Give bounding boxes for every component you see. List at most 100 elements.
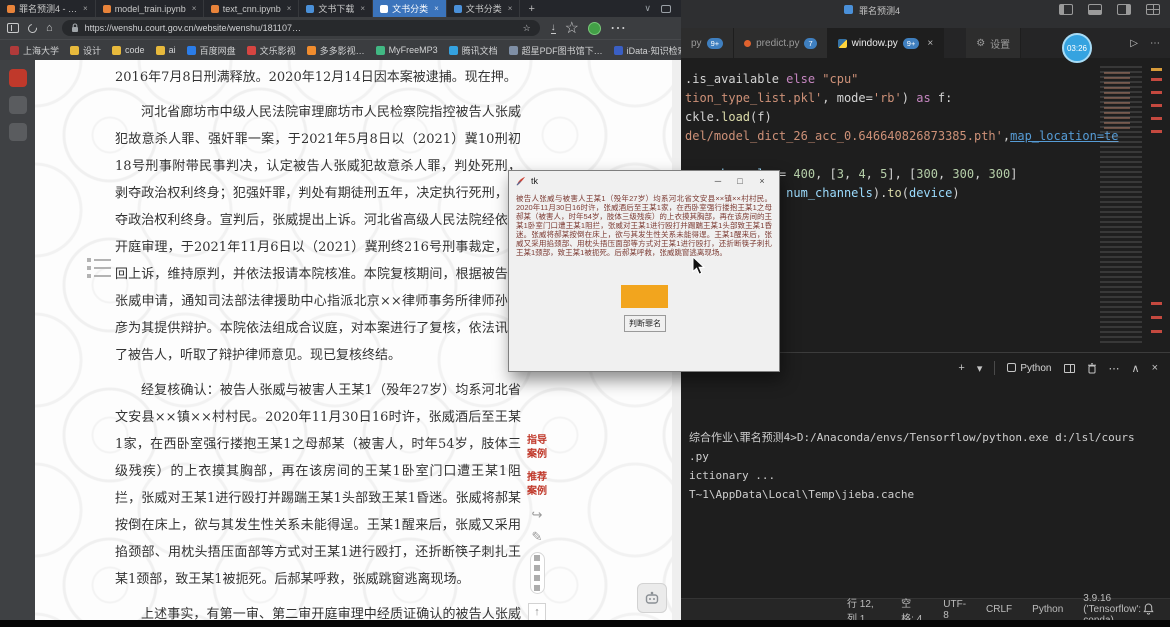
editor-tab-1[interactable]: py 9+ <box>681 28 734 58</box>
dialog-text[interactable]: 被告人张威与被害人王某1（殁年27岁）均系河北省文安县××镇××村村民。2020… <box>516 194 772 262</box>
dialog-maximize-button[interactable]: □ <box>729 176 751 186</box>
toc-icon[interactable] <box>87 258 111 282</box>
tab-close-icon[interactable]: × <box>508 4 513 13</box>
editor-more-icon[interactable]: ⋯ <box>1150 38 1160 49</box>
document-text: 2016年7月8日刑满释放。2020年12月14日因本案被逮捕。现在押。河北省廊… <box>115 64 521 620</box>
bookmark-item[interactable]: code <box>112 45 145 55</box>
editor-tab-window[interactable]: window.py 9+ × <box>828 28 945 58</box>
robot-icon <box>643 589 661 607</box>
browser-tab-favicon <box>103 5 111 13</box>
terminal[interactable]: 综合作业\罪名预测4>D:/Anaconda/envs/Tensorflow/p… <box>681 382 1170 598</box>
qr-code-pill[interactable] <box>530 552 545 594</box>
bookmark-item[interactable]: MyFreeMP3 <box>376 45 438 55</box>
kill-terminal-icon[interactable] <box>1087 363 1097 374</box>
vertical-tabs-icon[interactable] <box>7 23 19 33</box>
terminal-dropdown-icon[interactable]: ▾ <box>977 362 983 375</box>
browser-tab[interactable]: text_cnn.ipynb× <box>204 0 300 17</box>
editor-actions: ▷ ⋯ <box>1130 28 1160 58</box>
bottom-black-bar <box>0 620 1170 627</box>
terminal-shell-item[interactable]: Python <box>1007 363 1051 374</box>
guide-cases-link[interactable]: 指导案例 <box>525 434 549 462</box>
bookmark-item[interactable]: 多多影视… <box>307 44 365 57</box>
panel-maximize-icon[interactable]: ∧ <box>1132 362 1140 375</box>
browser-tab[interactable]: model_train.ipynb× <box>96 0 204 17</box>
dialog-close-button[interactable]: × <box>751 176 773 186</box>
assistant-badge[interactable] <box>637 583 667 613</box>
editor-tab-label: 设置 <box>990 36 1010 51</box>
bookmark-item[interactable]: 超星PDF图书馆下… <box>509 44 603 57</box>
python-file-icon <box>838 39 847 48</box>
browser-tab[interactable]: 文书分类× <box>373 0 447 17</box>
panel-actions: + ▾ Python ⋯ ∧ × <box>958 353 1158 383</box>
judge-crime-button[interactable]: 判断罪名 <box>624 315 666 332</box>
browser-toolbar: ⌂ https://wenshu.court.gov.cn/website/we… <box>0 17 681 39</box>
problems-badge: 9+ <box>707 38 724 49</box>
scrollbar-annotation <box>1151 130 1162 133</box>
status-bar: 行 12, 列 1 空格: 4 UTF-8 CRLF Python 3.9.16… <box>681 598 1170 620</box>
bookmark-favicon <box>614 46 623 55</box>
back-to-top-button[interactable]: ↑ <box>528 603 546 620</box>
editor-tab-predict[interactable]: predict.py 7 <box>734 28 828 58</box>
tab-close-icon[interactable]: × <box>287 4 292 13</box>
customize-layout-icon[interactable] <box>1146 4 1160 15</box>
browser-tab-label: 罪名预测4 - … <box>19 2 77 15</box>
dialog-orange-box[interactable] <box>621 285 668 308</box>
new-terminal-button[interactable]: + <box>958 362 964 374</box>
bookmark-item[interactable]: 百度网盘 <box>187 44 236 57</box>
recommended-cases-link[interactable]: 推荐案例 <box>525 471 549 499</box>
eol[interactable]: CRLF <box>986 604 1012 615</box>
bookmark-item[interactable]: 腾讯文档 <box>449 44 498 57</box>
refresh-icon[interactable] <box>26 22 39 35</box>
bookmark-star-icon[interactable]: ☆ <box>523 23 531 34</box>
editor-tab-settings[interactable]: ⚙ 设置 <box>966 28 1021 58</box>
bookmark-item[interactable]: 设计 <box>70 44 101 57</box>
dialog-title-bar[interactable]: tk ─ □ × <box>509 171 779 191</box>
split-terminal-icon[interactable] <box>1064 364 1075 373</box>
panel-close-icon[interactable]: × <box>1152 362 1158 374</box>
strip-app-icon[interactable] <box>9 69 27 87</box>
bookmark-item[interactable]: 文乐影视 <box>247 44 296 57</box>
scrollbar-annotation <box>1151 68 1162 71</box>
strip-tool-icon[interactable] <box>9 96 27 114</box>
tab-close-icon[interactable]: × <box>192 4 197 13</box>
strip-tool-icon-2[interactable] <box>9 123 27 141</box>
browser-tab[interactable]: 文书分类× <box>447 0 521 17</box>
bookmark-item[interactable]: iData·知识检索 <box>614 44 681 57</box>
bookmark-item[interactable]: ai <box>156 45 176 55</box>
run-button[interactable]: ▷ <box>1130 38 1138 49</box>
tab-close-icon[interactable]: × <box>360 4 365 13</box>
toggle-secondary-sidebar-icon[interactable] <box>1117 4 1131 15</box>
home-icon[interactable]: ⌂ <box>46 23 53 34</box>
toggle-panel-icon[interactable] <box>1088 4 1102 15</box>
browser-tab[interactable]: 文书下载× <box>299 0 373 17</box>
browser-menu-icon[interactable]: ⋯ <box>610 18 626 38</box>
encoding[interactable]: UTF-8 <box>943 599 966 621</box>
language-mode[interactable]: Python <box>1032 604 1063 615</box>
user-avatar[interactable] <box>588 22 601 35</box>
tab-close-icon[interactable]: × <box>83 4 88 13</box>
edit-icon[interactable]: ✎ <box>532 530 543 543</box>
bookmark-label: 设计 <box>83 44 101 57</box>
browser-tab[interactable]: 罪名预测4 - … × <box>0 0 96 17</box>
notifications-icon[interactable] <box>1143 603 1154 615</box>
browser-tab-favicon <box>7 5 15 13</box>
layout-controls <box>1059 4 1160 15</box>
dialog-minimize-button[interactable]: ─ <box>707 176 729 186</box>
workspaces-icon[interactable] <box>661 5 671 13</box>
new-tab-button[interactable]: + <box>520 0 542 17</box>
tab-close-icon[interactable]: × <box>927 38 933 49</box>
tab-list-chevron-icon[interactable]: ∨ <box>644 3 651 14</box>
address-bar[interactable]: https://wenshu.court.gov.cn/website/wens… <box>62 20 540 36</box>
share-icon[interactable]: ↪ <box>532 508 543 521</box>
panel-more-icon[interactable]: ⋯ <box>1109 362 1120 375</box>
toggle-sidebar-icon[interactable] <box>1059 4 1073 15</box>
tab-close-icon[interactable]: × <box>434 4 439 13</box>
vscode-title-bar: 罪名预测4 <box>681 0 1170 28</box>
bookmark-label: 百度网盘 <box>200 44 236 57</box>
bookmark-favicon <box>376 46 385 55</box>
bookmark-item[interactable]: 上海大学 <box>10 44 59 57</box>
download-icon[interactable]: ↓ <box>551 23 556 34</box>
favorites-icon[interactable]: ☆ <box>565 18 579 38</box>
minimap[interactable] <box>1100 66 1142 344</box>
bookmark-favicon <box>10 46 19 55</box>
